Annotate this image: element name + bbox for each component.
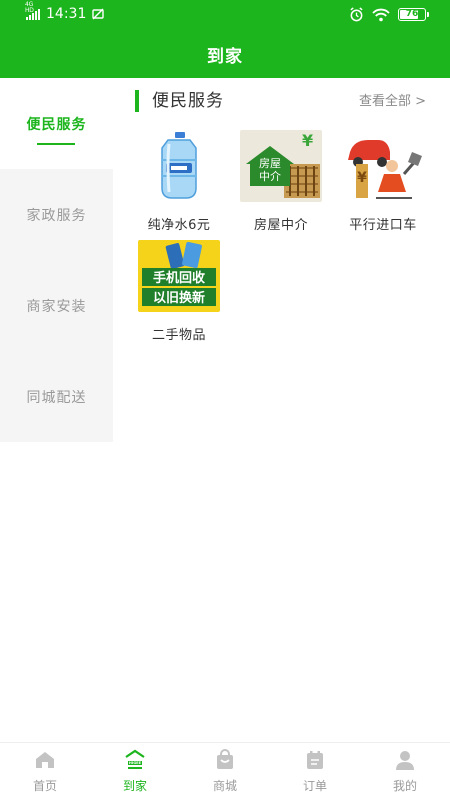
service-item-label: 纯净水6元: [147, 218, 211, 233]
battery-icon: 76: [398, 8, 429, 21]
sidebar-item-convenience[interactable]: 便民服务: [0, 78, 113, 169]
tradein-art-line2: 以旧换新: [153, 290, 205, 306]
tab-home[interactable]: 首页: [0, 749, 90, 794]
home-icon: [36, 752, 54, 768]
service-item-imported-car[interactable]: ¥ 平行进口车: [335, 130, 431, 233]
service-item-second-hand[interactable]: 手机回收 以旧换新 二手物品: [131, 240, 227, 343]
sidebar-item-label: 商家安装: [26, 298, 87, 315]
alarm-icon: [350, 7, 363, 22]
tab-orders[interactable]: 订单: [270, 749, 360, 794]
svg-text:¥: ¥: [357, 170, 367, 186]
tab-home-service[interactable]: HIGEE 到家: [90, 749, 180, 794]
shopping-bag-icon: [217, 749, 233, 769]
tab-badge-text: HIGEE: [129, 761, 142, 765]
app-header: 4G HD 14:31 76 到家: [0, 0, 450, 78]
category-sidebar: 便民服务 家政服务 商家安装 同城配送: [0, 78, 113, 442]
sidebar-item-label: 家政服务: [26, 207, 87, 224]
tab-label: 商城: [212, 779, 237, 793]
tab-label: 订单: [302, 779, 327, 793]
house-badge-icon: HIGEE: [125, 749, 145, 769]
service-item-label: 二手物品: [151, 328, 206, 343]
house-agent-icon: 房屋 中介 ¥: [240, 130, 322, 202]
sidebar-item-housekeeping[interactable]: 家政服务: [0, 169, 113, 260]
bottom-tab-bar: 首页 HIGEE 到家 商城 订单 我的: [0, 742, 450, 800]
service-item-label: 平行进口车: [349, 218, 417, 233]
status-bar: 4G HD 14:31 76: [0, 0, 450, 30]
service-item-label: 房屋中介: [253, 218, 308, 233]
screenshot-notification-icon: [92, 8, 105, 20]
house-art-currency: ¥: [302, 131, 313, 150]
tab-profile[interactable]: 我的: [360, 749, 450, 794]
sidebar-item-local-delivery[interactable]: 同城配送: [0, 351, 113, 442]
house-art-line1: 房屋: [259, 157, 281, 170]
sidebar-item-label: 便民服务: [26, 116, 87, 133]
tab-mall[interactable]: 商城: [180, 749, 270, 794]
active-indicator: [37, 143, 75, 145]
tab-label: 首页: [32, 779, 57, 793]
tab-label: 到家: [122, 779, 147, 793]
tab-label: 我的: [392, 779, 417, 793]
order-icon: [307, 751, 323, 769]
view-all-link[interactable]: 查看全部 >: [359, 93, 426, 111]
battery-level: 76: [405, 9, 419, 19]
service-item-housing-agent[interactable]: 房屋 中介 ¥ 房屋中介: [233, 130, 329, 233]
profile-icon: [396, 751, 414, 770]
imported-car-icon: ¥: [342, 130, 424, 202]
wifi-icon: [372, 8, 390, 21]
network-type-label: 4G HD: [25, 0, 34, 14]
sidebar-item-label: 同城配送: [26, 389, 87, 406]
signal-icon: 4G HD: [25, 1, 40, 20]
water-jug-icon: [138, 130, 220, 202]
sidebar-item-installation[interactable]: 商家安装: [0, 260, 113, 351]
phone-tradein-icon: 手机回收 以旧换新: [138, 240, 220, 312]
service-item-water[interactable]: 纯净水6元: [131, 130, 227, 233]
status-time: 14:31: [46, 6, 87, 22]
house-art-line2: 中介: [259, 170, 281, 183]
page-title: 到家: [207, 47, 243, 67]
tradein-art-line1: 手机回收: [153, 270, 206, 286]
section-accent-bar: [135, 90, 139, 112]
section-title: 便民服务: [152, 91, 224, 111]
